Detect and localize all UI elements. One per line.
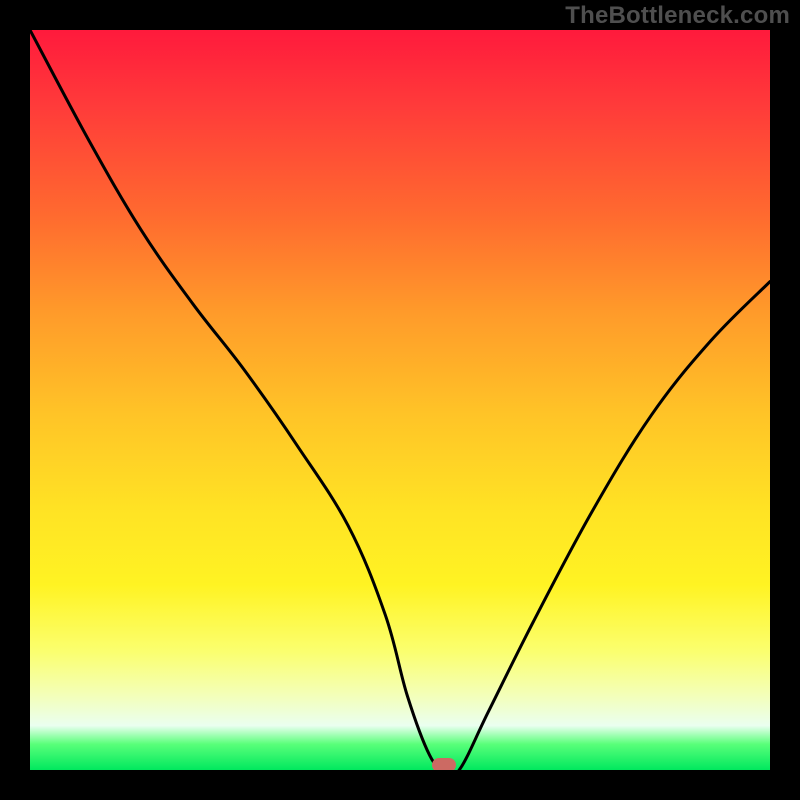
bottleneck-curve [30,30,770,770]
chart-frame: TheBottleneck.com [0,0,800,800]
curve-svg [30,30,770,770]
watermark-text: TheBottleneck.com [565,2,790,30]
minimum-marker [432,758,456,770]
plot-area [30,30,770,770]
